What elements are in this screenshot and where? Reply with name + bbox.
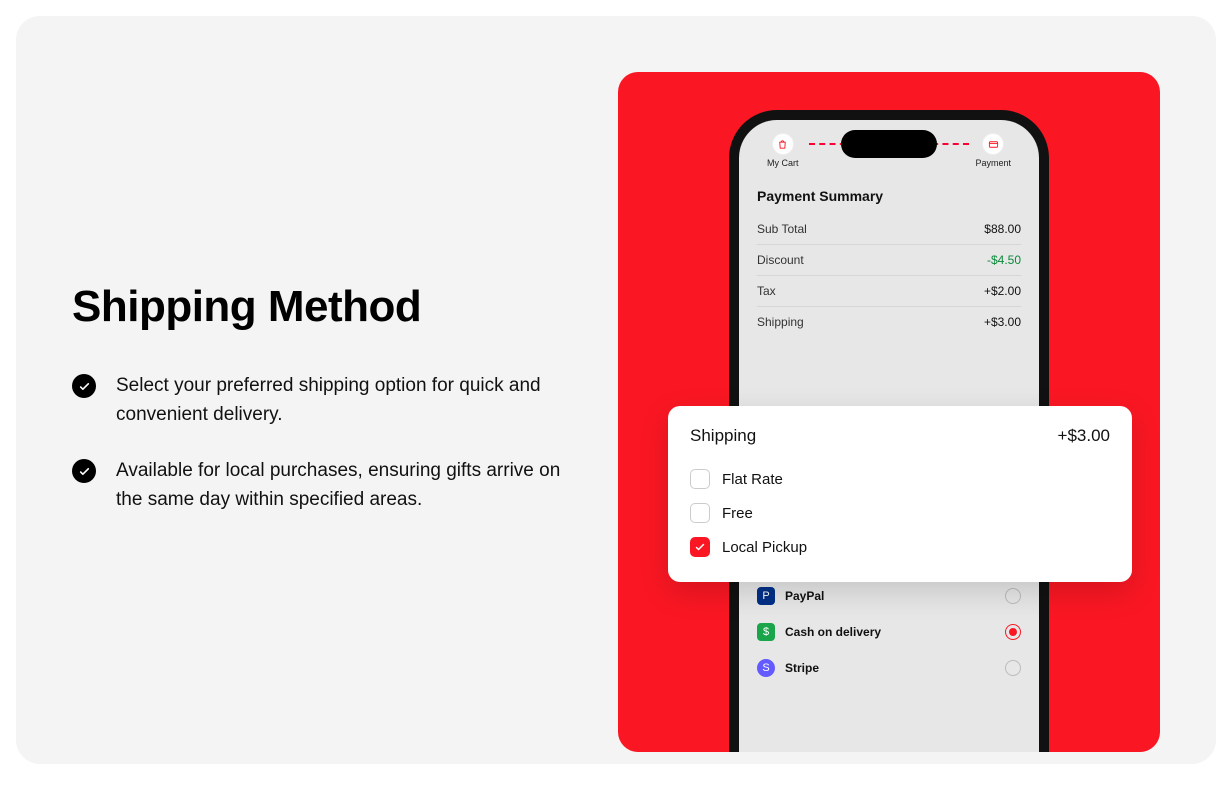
summary-row: Tax +$2.00 (757, 276, 1021, 307)
step-label: My Cart (767, 158, 799, 168)
summary-value: +$3.00 (984, 315, 1021, 329)
shipping-option[interactable]: Local Pickup (690, 530, 1110, 564)
dynamic-island (841, 130, 937, 158)
payment-option[interactable]: P PayPal (757, 578, 1021, 614)
summary-value: -$4.50 (987, 253, 1021, 267)
shipping-card: Shipping +$3.00 Flat Rate Free Local Picku… (668, 406, 1132, 582)
bullet-item: Select your preferred shipping option fo… (72, 372, 592, 429)
shipping-card-amount: +$3.00 (1058, 426, 1110, 446)
summary-label: Sub Total (757, 222, 807, 236)
payment-option[interactable]: $ Cash on delivery (757, 614, 1021, 650)
bullet-text: Select your preferred shipping option fo… (116, 372, 576, 429)
shipping-option-label: Free (722, 505, 753, 522)
radio-button[interactable] (1005, 624, 1021, 640)
section-title: Payment Summary (757, 188, 1021, 204)
step-label: Payment (975, 158, 1011, 168)
page-title: Shipping Method (72, 282, 592, 332)
payment-option[interactable]: S Stripe (757, 650, 1021, 686)
canvas: Shipping Method Select your preferred sh… (16, 16, 1216, 764)
radio-button[interactable] (1005, 588, 1021, 604)
bag-icon (773, 134, 793, 154)
summary-label: Tax (757, 284, 776, 298)
payment-label: PayPal (785, 589, 995, 603)
summary-value: +$2.00 (984, 284, 1021, 298)
summary-row: Sub Total $88.00 (757, 214, 1021, 245)
payment-icon: $ (757, 623, 775, 641)
summary-row: Shipping +$3.00 (757, 307, 1021, 337)
checkbox[interactable] (690, 503, 710, 523)
preview-panel: My Cart Payment Payment Summary Sub Tota… (618, 72, 1160, 752)
checkbox[interactable] (690, 537, 710, 557)
left-content: Shipping Method Select your preferred sh… (72, 282, 592, 542)
payment-icon: S (757, 659, 775, 677)
step-my-cart[interactable]: My Cart (767, 134, 799, 168)
shipping-card-title: Shipping (690, 426, 756, 446)
checkbox[interactable] (690, 469, 710, 489)
step-payment[interactable]: Payment (975, 134, 1011, 168)
bullet-item: Available for local purchases, ensuring … (72, 457, 592, 514)
payment-label: Stripe (785, 661, 995, 675)
payment-summary: Payment Summary Sub Total $88.00 Discount -… (739, 174, 1039, 343)
summary-label: Discount (757, 253, 804, 267)
radio-button[interactable] (1005, 660, 1021, 676)
bullet-text: Available for local purchases, ensuring … (116, 457, 576, 514)
summary-label: Shipping (757, 315, 804, 329)
shipping-option-label: Local Pickup (722, 539, 807, 556)
summary-row: Discount -$4.50 (757, 245, 1021, 276)
shipping-option[interactable]: Free (690, 496, 1110, 530)
payment-label: Cash on delivery (785, 625, 995, 639)
card-icon (983, 134, 1003, 154)
shipping-option-label: Flat Rate (722, 471, 783, 488)
check-circle-icon (72, 374, 96, 398)
shipping-card-header: Shipping +$3.00 (690, 426, 1110, 446)
shipping-option[interactable]: Flat Rate (690, 462, 1110, 496)
check-circle-icon (72, 459, 96, 483)
payment-icon: P (757, 587, 775, 605)
summary-value: $88.00 (984, 222, 1021, 236)
